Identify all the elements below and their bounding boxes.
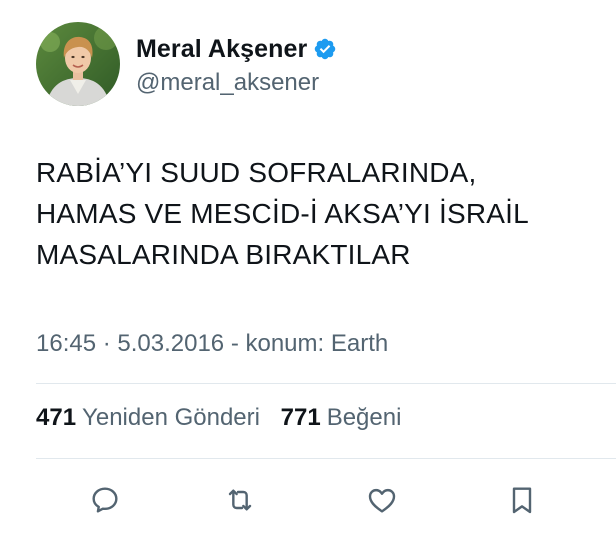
bookmark-icon — [512, 487, 532, 514]
tweet-stats: 471 Yeniden Gönderi 771 Beğeni — [36, 404, 401, 432]
tweet-text-line: MASALARINDA BIRAKTILAR — [36, 239, 411, 270]
tweet-timestamp-location[interactable]: 16:45 · 5.03.2016 - konum: Earth — [36, 330, 388, 358]
author-names: Meral Akşener @meral_aksener — [136, 31, 337, 97]
repost-icon — [228, 489, 252, 511]
verified-badge-icon — [313, 37, 337, 61]
repost-stat[interactable]: 471 Yeniden Gönderi — [36, 404, 260, 431]
repost-label: Yeniden Gönderi — [82, 404, 260, 431]
display-name-row: Meral Akşener — [136, 31, 337, 67]
display-name[interactable]: Meral Akşener — [136, 35, 307, 64]
like-button[interactable] — [360, 478, 404, 522]
repost-button[interactable] — [218, 478, 262, 522]
like-label: Beğeni — [326, 404, 402, 431]
avatar-image — [36, 22, 120, 106]
repost-count: 471 — [36, 404, 77, 431]
like-stat[interactable]: 771 Beğeni — [281, 404, 402, 431]
tweet-text: RABİA’YI SUUD SOFRALARINDA, HAMAS VE MES… — [36, 152, 596, 275]
like-icon — [368, 488, 396, 513]
like-count: 771 — [280, 404, 321, 431]
tweet-card: Meral Akşener @meral_aksener RABİA’YI SU… — [0, 0, 616, 550]
tweet-text-line: HAMAS VE MESCİD-İ AKSA’YI İSRAİL — [36, 198, 529, 229]
bookmark-button[interactable] — [500, 478, 544, 522]
tweet-header: Meral Akşener @meral_aksener — [36, 22, 337, 106]
divider — [36, 383, 616, 384]
tweet-text-line: RABİA’YI SUUD SOFRALARINDA, — [36, 157, 477, 188]
tweet-actions — [0, 478, 616, 522]
reply-button[interactable] — [83, 478, 127, 522]
reply-icon — [92, 487, 118, 513]
divider — [36, 458, 616, 459]
avatar[interactable] — [36, 22, 120, 106]
user-handle[interactable]: @meral_aksener — [136, 69, 337, 97]
